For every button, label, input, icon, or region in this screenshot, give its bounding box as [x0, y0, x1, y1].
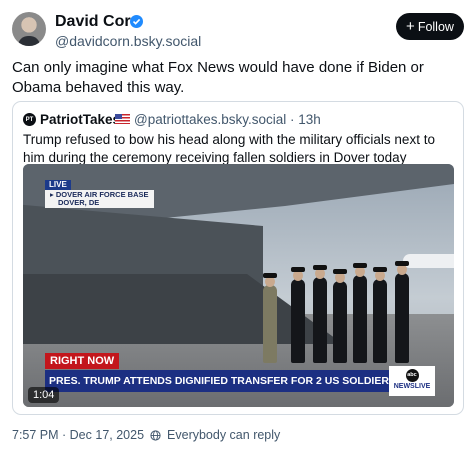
headline-chyron: PRES. TRUMP ATTENDS DIGNIFIED TRANSFER F… — [45, 370, 389, 392]
quote-author-name[interactable]: PatriotTakes — [40, 112, 120, 127]
author-avatar[interactable] — [12, 12, 46, 46]
quote-text: Trump refused to bow his head along with… — [23, 132, 435, 165]
person-figure — [291, 267, 305, 363]
right-now-banner: RIGHT NOW — [45, 353, 120, 369]
post-footer: 7:57 PM · Dec 17, 2025 Everybody can rep… — [12, 428, 280, 442]
post-text: Can only imagine what Fox News would hav… — [12, 59, 424, 96]
post-timestamp[interactable]: 7:57 PM · Dec 17, 2025 — [12, 428, 144, 442]
verified-check-icon — [130, 15, 143, 28]
quote-author-handle[interactable]: @patriottakes.bsky.social · 13h — [134, 112, 321, 127]
person-figure — [313, 265, 327, 363]
plus-icon: + — [406, 17, 415, 35]
video-player[interactable]: LIVE ▸ DOVER AIR FORCE BASE DOVER, DE RI… — [23, 164, 454, 407]
globe-icon — [150, 429, 161, 441]
abc-logo-icon: abc — [405, 369, 419, 382]
quote-author-avatar[interactable]: PT — [23, 113, 36, 126]
video-duration-badge: 1:04 — [28, 387, 60, 403]
follow-button-label: Follow — [417, 19, 454, 34]
follow-button[interactable]: + Follow — [396, 13, 464, 40]
live-tag: LIVE — [45, 180, 71, 190]
us-flag-icon — [115, 114, 130, 124]
person-figure — [353, 263, 367, 363]
person-figure — [395, 261, 409, 363]
location-tag: ▸ DOVER AIR FORCE BASE DOVER, DE — [45, 190, 154, 208]
quoted-post[interactable]: PT PatriotTakes @patriottakes.bsky.socia… — [12, 101, 464, 415]
person-figure — [333, 269, 347, 363]
background-aircraft — [403, 254, 454, 268]
author-handle[interactable]: @davidcorn.bsky.social — [55, 33, 201, 49]
person-figure — [373, 267, 387, 363]
location-line-2: DOVER, DE — [58, 198, 100, 207]
news-network-logo: abc NEWSLIVE — [389, 366, 435, 396]
reply-setting[interactable]: Everybody can reply — [167, 428, 280, 442]
author-display-name[interactable]: David Corn — [55, 13, 140, 31]
network-logo-text: NEWSLIVE — [393, 383, 431, 390]
soldier-figure — [263, 273, 277, 363]
